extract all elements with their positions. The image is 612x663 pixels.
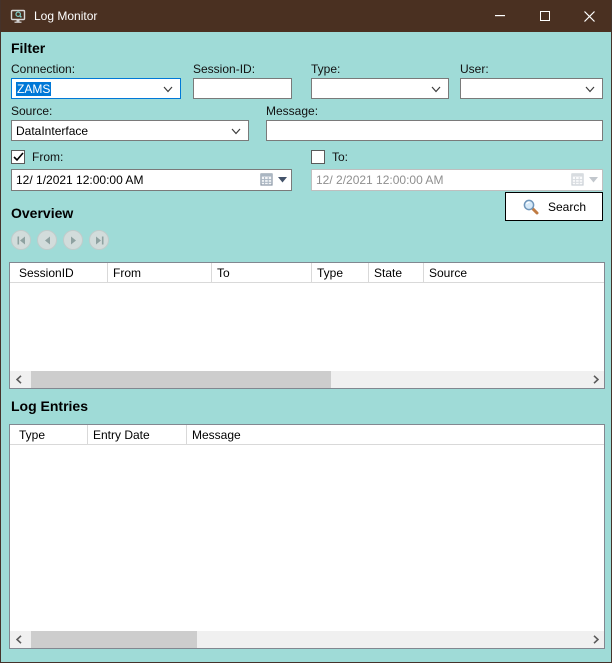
log-entries-table-body[interactable] — [10, 445, 604, 631]
maximize-icon — [540, 11, 550, 21]
app-monitor-magnifier-icon — [10, 8, 26, 24]
scroll-left-icon[interactable] — [10, 631, 27, 648]
message-input[interactable] — [266, 120, 603, 141]
log-entries-horizontal-scrollbar[interactable] — [10, 631, 604, 648]
column-header-sessionid[interactable]: SessionID — [10, 263, 108, 282]
column-header-to[interactable]: To — [212, 263, 312, 282]
connection-combobox[interactable]: ZAMS — [11, 78, 181, 99]
last-page-icon — [95, 236, 104, 245]
search-button-label: Search — [548, 200, 586, 214]
overview-heading: Overview — [11, 205, 73, 221]
connection-label: Connection: — [11, 62, 75, 76]
next-page-button[interactable] — [63, 230, 83, 250]
session-id-input[interactable] — [193, 78, 292, 99]
overview-table-body[interactable] — [10, 283, 604, 371]
session-id-label: Session-ID: — [193, 62, 255, 76]
previous-page-button[interactable] — [37, 230, 57, 250]
connection-value: ZAMS — [16, 82, 51, 96]
type-label: Type: — [311, 62, 340, 76]
close-button[interactable] — [567, 0, 612, 32]
first-page-icon — [17, 236, 26, 245]
last-page-button[interactable] — [89, 230, 109, 250]
chevron-down-icon — [163, 86, 173, 93]
user-combobox[interactable] — [460, 78, 603, 99]
source-label: Source: — [11, 104, 52, 118]
user-label: User: — [460, 62, 489, 76]
to-datetime-picker: 12/ 2/2021 12:00:00 AM — [311, 169, 603, 191]
search-icon — [522, 198, 539, 215]
calendar-icon — [260, 173, 274, 186]
source-combobox[interactable]: DataInterface — [11, 120, 249, 141]
overview-scroll-thumb[interactable] — [31, 371, 331, 388]
dropdown-arrow-icon — [589, 177, 598, 183]
overview-table: SessionID From To Type State Source — [9, 262, 605, 389]
minimize-button[interactable] — [477, 0, 522, 32]
column-header-message[interactable]: Message — [187, 425, 604, 444]
window-title: Log Monitor — [34, 9, 477, 23]
maximize-button[interactable] — [522, 0, 567, 32]
previous-page-icon — [44, 236, 51, 245]
log-monitor-window: Log Monitor Filter Connection: Session-I… — [0, 0, 612, 663]
chevron-down-icon — [431, 86, 441, 93]
overview-horizontal-scrollbar[interactable] — [10, 371, 604, 388]
scroll-right-icon[interactable] — [587, 371, 604, 388]
column-header-source[interactable]: Source — [424, 263, 604, 282]
log-entries-table: Type Entry Date Message — [9, 424, 605, 649]
overview-scroll-track[interactable] — [27, 371, 587, 388]
type-combobox[interactable] — [311, 78, 449, 99]
close-icon — [584, 11, 595, 22]
log-entries-scroll-track[interactable] — [27, 631, 587, 648]
column-header-from[interactable]: From — [108, 263, 212, 282]
to-date-value: 12/ 2/2021 12:00:00 AM — [316, 173, 443, 187]
from-date-value: 12/ 1/2021 12:00:00 AM — [16, 173, 143, 187]
minimize-icon — [495, 15, 505, 17]
first-page-button[interactable] — [11, 230, 31, 250]
log-entries-heading: Log Entries — [11, 398, 88, 414]
from-label: From: — [32, 150, 63, 164]
to-checkbox[interactable] — [311, 150, 325, 164]
scroll-left-icon[interactable] — [10, 371, 27, 388]
titlebar: Log Monitor — [0, 0, 612, 32]
to-label: To: — [332, 150, 348, 164]
scroll-right-icon[interactable] — [587, 631, 604, 648]
overview-table-header: SessionID From To Type State Source — [10, 263, 604, 283]
log-entries-scroll-thumb[interactable] — [31, 631, 197, 648]
column-header-type[interactable]: Type — [10, 425, 88, 444]
log-entries-table-header: Type Entry Date Message — [10, 425, 604, 445]
calendar-icon — [571, 173, 585, 186]
chevron-down-icon — [585, 86, 595, 93]
from-datetime-picker[interactable]: 12/ 1/2021 12:00:00 AM — [11, 169, 292, 191]
checkmark-icon — [13, 152, 24, 162]
source-value: DataInterface — [16, 124, 88, 138]
next-page-icon — [70, 236, 77, 245]
column-header-type[interactable]: Type — [312, 263, 369, 282]
filter-heading: Filter — [11, 40, 45, 56]
column-header-state[interactable]: State — [369, 263, 424, 282]
from-checkbox[interactable] — [11, 150, 25, 164]
search-button[interactable]: Search — [505, 192, 603, 221]
message-label: Message: — [266, 104, 318, 118]
column-header-entry-date[interactable]: Entry Date — [88, 425, 187, 444]
dropdown-arrow-icon — [278, 177, 287, 183]
chevron-down-icon — [231, 128, 241, 135]
